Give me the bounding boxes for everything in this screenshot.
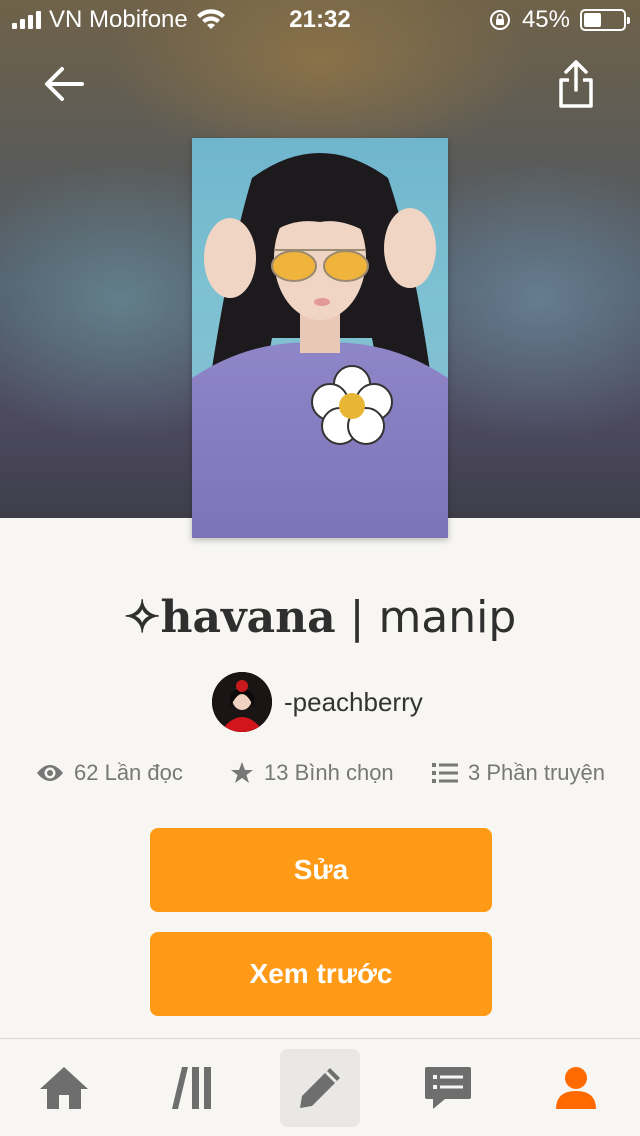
reads-count: 62 Lần đọc [74,760,183,785]
votes-stat: 13 Bình chọn [230,760,394,786]
tab-library[interactable] [152,1049,232,1127]
story-stats: 62 Lần đọc 13 Bình chọn 3 Phần truyện [0,760,640,800]
author-name: -peachberry [284,686,423,717]
share-button[interactable] [548,56,604,112]
preview-button[interactable]: Xem trước [150,932,492,1016]
reads-stat: 62 Lần đọc [36,760,183,786]
votes-count: 13 Bình chọn [264,760,394,785]
edit-button[interactable]: Sửa [150,828,492,912]
battery-percent: 45% [521,6,570,33]
library-icon [172,1067,211,1109]
tab-profile[interactable] [536,1049,616,1127]
list-icon [432,763,458,783]
tab-home[interactable] [24,1049,104,1127]
cover-illustration [192,153,448,538]
bottom-tab-bar [0,1038,640,1136]
parts-stat: 3 Phần truyện [432,760,605,786]
arrow-left-icon [45,67,84,101]
avatar [212,672,272,732]
tab-messages[interactable] [408,1049,488,1127]
author-link[interactable]: -peachberry [212,672,423,732]
star-icon [231,762,253,783]
story-title-suffix: manip [378,592,517,643]
back-button[interactable] [36,56,92,112]
story-title-main: ✧havana [123,592,336,643]
status-bar: VN Mobifone 21:32 45% [0,0,640,40]
parts-count: 3 Phần truyện [468,760,605,785]
story-cover-image[interactable] [192,138,448,538]
home-icon [40,1067,88,1109]
write-icon [300,1068,340,1108]
story-title: ✧havana | manip [0,592,640,643]
rotation-lock-icon [489,10,510,30]
share-icon [559,60,593,108]
messages-icon [425,1067,471,1109]
profile-icon [556,1067,596,1109]
battery-icon [580,9,630,31]
eye-icon [37,765,63,781]
story-title-separator: | [335,592,379,643]
tab-write[interactable] [280,1049,360,1127]
